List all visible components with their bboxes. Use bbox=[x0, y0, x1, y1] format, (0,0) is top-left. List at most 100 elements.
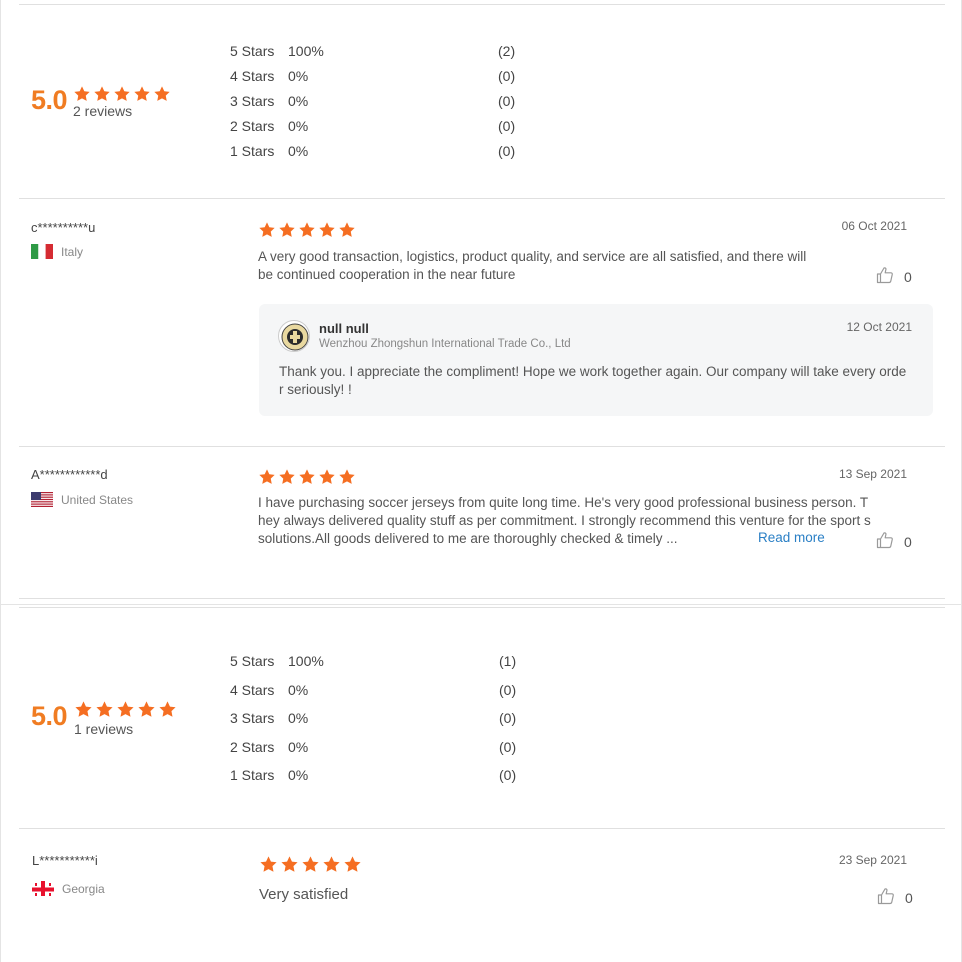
country-name: Italy bbox=[61, 244, 84, 259]
review-date: 13 Sep 2021 bbox=[838, 467, 907, 481]
reviews-panel-1: 5.0 2 reviews 5 Stars 100% (2) 4 Stars 0… bbox=[0, 0, 962, 604]
star-icon bbox=[258, 468, 276, 486]
stars-count: (0) bbox=[498, 68, 516, 84]
stars-count: (0) bbox=[498, 118, 516, 134]
reviewer-name: L***********i bbox=[32, 853, 98, 868]
company-logo bbox=[278, 320, 310, 352]
reviews-panel-2: 5.0 1 reviews 5 Stars 100% (1) 4 Stars 0… bbox=[0, 604, 962, 962]
reply-text: Thank you. I appreciate the compliment! … bbox=[279, 364, 907, 397]
star-icon bbox=[258, 221, 276, 239]
star-icon bbox=[137, 700, 156, 719]
stars-percent: 0% bbox=[288, 739, 309, 755]
divider bbox=[19, 598, 945, 599]
stars-label: 2 Stars bbox=[230, 739, 275, 755]
stars-count: (0) bbox=[499, 710, 517, 726]
stars-percent: 100% bbox=[288, 653, 324, 669]
review-stars bbox=[259, 855, 362, 874]
stars-label: 2 Stars bbox=[230, 118, 275, 134]
seller-reply: null null Wenzhou Zhongshun Internationa… bbox=[259, 304, 933, 416]
star-icon bbox=[116, 700, 135, 719]
thumbs-up-icon bbox=[876, 531, 894, 552]
stars-percent: 0% bbox=[288, 68, 309, 84]
like-count: 0 bbox=[904, 533, 912, 550]
stars-count: (0) bbox=[499, 739, 517, 755]
stars-count: (2) bbox=[498, 43, 516, 59]
star-icon bbox=[301, 855, 320, 874]
stars-label: 1 Stars bbox=[230, 143, 275, 159]
star-icon bbox=[95, 700, 114, 719]
average-score: 5.0 bbox=[31, 701, 68, 731]
stars-count: (0) bbox=[499, 767, 517, 783]
star-icon bbox=[74, 700, 93, 719]
stars-count: (0) bbox=[499, 682, 517, 698]
stars-count: (1) bbox=[499, 653, 517, 669]
average-stars bbox=[74, 700, 177, 719]
us-flag-icon bbox=[31, 492, 53, 507]
stars-percent: 0% bbox=[288, 767, 309, 783]
review-text: A very good transaction, logistics, prod… bbox=[258, 249, 807, 282]
divider bbox=[19, 446, 945, 447]
like-button[interactable]: 0 bbox=[877, 887, 913, 908]
reviewer-name: A************d bbox=[31, 467, 108, 482]
star-icon bbox=[322, 855, 341, 874]
star-icon bbox=[73, 85, 91, 103]
reviewer-country: United States bbox=[31, 492, 133, 507]
average-stars bbox=[73, 85, 171, 103]
star-icon bbox=[259, 855, 278, 874]
reply-date: 12 Oct 2021 bbox=[846, 320, 912, 334]
star-icon bbox=[133, 85, 151, 103]
reviewer-country: Italy bbox=[31, 244, 83, 259]
stars-label: 3 Stars bbox=[230, 710, 275, 726]
stars-label: 5 Stars bbox=[230, 43, 275, 59]
star-icon bbox=[343, 855, 362, 874]
georgia-flag-icon bbox=[32, 881, 54, 896]
like-button[interactable]: 0 bbox=[876, 266, 912, 287]
average-score: 5.0 bbox=[31, 85, 68, 115]
review-date: 06 Oct 2021 bbox=[841, 219, 907, 233]
star-icon bbox=[158, 700, 177, 719]
divider bbox=[19, 4, 945, 5]
star-icon bbox=[298, 468, 316, 486]
star-icon bbox=[113, 85, 131, 103]
star-icon bbox=[278, 221, 296, 239]
stars-percent: 0% bbox=[288, 93, 309, 109]
stars-label: 4 Stars bbox=[230, 682, 275, 698]
thumbs-up-icon bbox=[877, 887, 895, 908]
italy-flag-icon bbox=[31, 244, 53, 259]
stars-label: 3 Stars bbox=[230, 93, 275, 109]
review-count: 2 reviews bbox=[73, 103, 133, 119]
stars-percent: 0% bbox=[288, 118, 309, 134]
star-icon bbox=[318, 468, 336, 486]
stars-percent: 100% bbox=[288, 43, 324, 59]
stars-count: (0) bbox=[498, 143, 516, 159]
star-icon bbox=[93, 85, 111, 103]
review-stars bbox=[258, 221, 356, 239]
like-count: 0 bbox=[904, 268, 912, 285]
stars-label: 1 Stars bbox=[230, 767, 275, 783]
stars-count: (0) bbox=[498, 93, 516, 109]
country-name: United States bbox=[61, 492, 134, 507]
review-date: 23 Sep 2021 bbox=[838, 853, 907, 867]
stars-percent: 0% bbox=[288, 710, 309, 726]
stars-label: 5 Stars bbox=[230, 653, 275, 669]
stars-label: 4 Stars bbox=[230, 68, 275, 84]
read-more-link[interactable]: Read more bbox=[758, 530, 825, 545]
stars-percent: 0% bbox=[288, 143, 309, 159]
reply-author: null null bbox=[319, 321, 369, 336]
stars-percent: 0% bbox=[288, 682, 309, 698]
star-icon bbox=[338, 468, 356, 486]
review-stars bbox=[258, 468, 356, 486]
divider bbox=[19, 198, 945, 199]
star-icon bbox=[278, 468, 296, 486]
star-icon bbox=[338, 221, 356, 239]
divider bbox=[19, 607, 945, 608]
like-count: 0 bbox=[905, 889, 913, 906]
divider bbox=[19, 828, 945, 829]
review-count: 1 reviews bbox=[74, 721, 134, 737]
star-icon bbox=[280, 855, 299, 874]
thumbs-up-icon bbox=[876, 266, 894, 287]
country-name: Georgia bbox=[62, 881, 105, 896]
like-button[interactable]: 0 bbox=[876, 531, 912, 552]
star-icon bbox=[318, 221, 336, 239]
star-icon bbox=[298, 221, 316, 239]
